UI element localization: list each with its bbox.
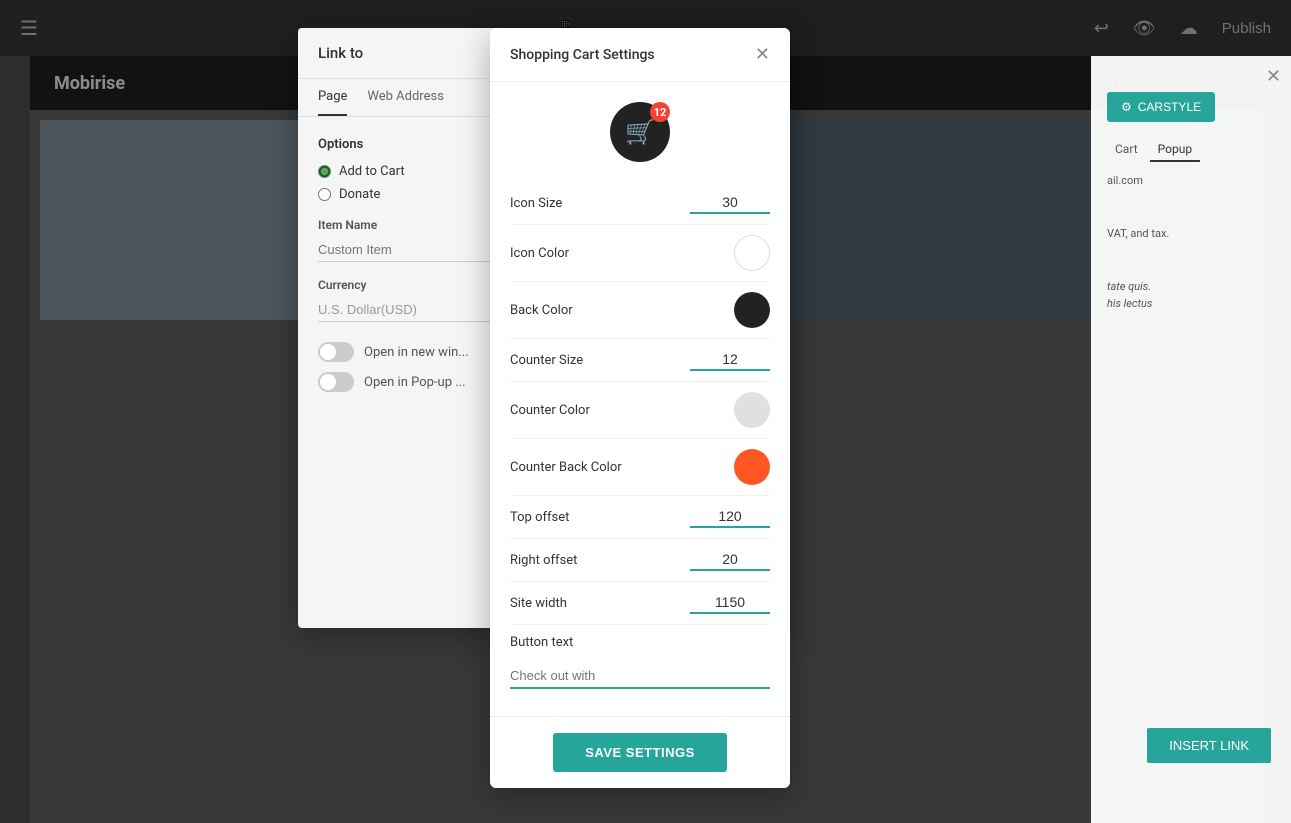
- button-text-input[interactable]: [510, 664, 770, 689]
- button-text-row: Button text: [510, 625, 770, 660]
- site-width-label: Site width: [510, 596, 567, 611]
- counter-size-label: Counter Size: [510, 353, 583, 368]
- counter-back-color-swatch[interactable]: [734, 449, 770, 485]
- icon-color-row: Icon Color: [510, 225, 770, 282]
- cart-dialog-title: Shopping Cart Settings: [510, 47, 655, 63]
- counter-size-row: Counter Size: [510, 339, 770, 382]
- panel-tabs: Cart Popup: [1107, 138, 1275, 162]
- top-offset-row: Top offset: [510, 496, 770, 539]
- right-offset-label: Right offset: [510, 553, 577, 568]
- cart-style-button[interactable]: ⚙ CARSTYLE: [1107, 92, 1215, 122]
- top-offset-label: Top offset: [510, 510, 569, 525]
- button-text-input-wrap: [510, 660, 770, 701]
- save-settings-button[interactable]: SAVE SETTINGS: [553, 733, 727, 772]
- insert-link-button[interactable]: INSERT LINK: [1147, 728, 1271, 763]
- cart-dialog-close-button[interactable]: ✕: [755, 44, 770, 65]
- open-popup-toggle[interactable]: [318, 372, 354, 392]
- top-offset-input[interactable]: [690, 506, 770, 528]
- cart-icon: 🛒: [625, 118, 655, 146]
- back-color-row: Back Color: [510, 282, 770, 339]
- cart-settings-dialog: Shopping Cart Settings ✕ 🛒 12 Icon Size …: [490, 28, 790, 788]
- counter-size-input[interactable]: [690, 349, 770, 371]
- gear-icon: ⚙: [1121, 100, 1132, 114]
- paragraph-1: tate quis.: [1107, 280, 1275, 293]
- radio-donate[interactable]: [318, 188, 331, 201]
- radio-add-to-cart[interactable]: [318, 165, 331, 178]
- back-color-label: Back Color: [510, 303, 573, 318]
- open-new-window-toggle[interactable]: [318, 342, 354, 362]
- paragraph-2: his lectus: [1107, 297, 1275, 310]
- right-settings-panel: ✕ ⚙ CARSTYLE Cart Popup ail.com VAT, and…: [1091, 56, 1291, 823]
- cart-dialog-footer: SAVE SETTINGS: [490, 716, 790, 788]
- counter-color-swatch[interactable]: [734, 392, 770, 428]
- right-offset-input[interactable]: [690, 549, 770, 571]
- email-field-display: ail.com: [1107, 174, 1275, 187]
- icon-color-swatch[interactable]: [734, 235, 770, 271]
- site-width-row: Site width: [510, 582, 770, 625]
- icon-size-input[interactable]: [690, 192, 770, 214]
- counter-color-label: Counter Color: [510, 403, 590, 418]
- icon-size-row: Icon Size: [510, 182, 770, 225]
- right-offset-row: Right offset: [510, 539, 770, 582]
- icon-size-label: Icon Size: [510, 196, 562, 211]
- counter-back-color-label: Counter Back Color: [510, 460, 622, 475]
- panel-tab-cart[interactable]: Cart: [1107, 138, 1146, 162]
- back-color-swatch[interactable]: [734, 292, 770, 328]
- link-tab-page[interactable]: Page: [318, 79, 347, 116]
- icon-color-label: Icon Color: [510, 246, 569, 261]
- cart-dialog-body: 🛒 12 Icon Size Icon Color Back Color Cou…: [490, 82, 790, 716]
- vat-text: VAT, and tax.: [1107, 227, 1275, 240]
- button-text-label: Button text: [510, 635, 573, 650]
- counter-color-row: Counter Color: [510, 382, 770, 439]
- panel-tab-popup[interactable]: Popup: [1150, 138, 1200, 162]
- right-panel-close-button[interactable]: ✕: [1266, 66, 1281, 87]
- link-tab-web-address[interactable]: Web Address: [367, 79, 444, 116]
- open-popup-label: Open in Pop-up ...: [364, 375, 466, 390]
- site-width-input[interactable]: [690, 592, 770, 614]
- cart-dialog-header: Shopping Cart Settings ✕: [490, 28, 790, 82]
- cart-badge: 12: [650, 102, 670, 122]
- open-new-window-label: Open in new win...: [364, 345, 469, 360]
- counter-back-color-row: Counter Back Color: [510, 439, 770, 496]
- cart-icon-wrapper: 🛒 12: [610, 102, 670, 162]
